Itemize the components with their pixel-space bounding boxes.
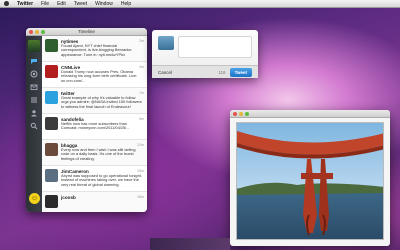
tweet-textarea[interactable] [178, 36, 252, 58]
photo-preview-window [230, 110, 390, 246]
timeline-icon[interactable] [30, 56, 39, 65]
twitter-window: Timeline ☺ nytimes Fouad Ajami, NYT chie [26, 28, 147, 212]
tweet-avatar[interactable] [45, 169, 58, 182]
apple-menu-icon[interactable] [4, 1, 9, 6]
tweet-item[interactable]: jcoosb 18m [42, 192, 147, 212]
menu-bar: Twitter File Edit Tweet Window Help [0, 0, 400, 8]
tweet-avatar[interactable] [45, 117, 58, 130]
tweet-text: Donald Trump now accuses Pres. Obama rel… [61, 69, 138, 83]
photo-titlebar[interactable] [230, 110, 390, 118]
compose-tweet-sheet: Cancel 118 Tweet [152, 30, 258, 78]
tweet-avatar[interactable] [45, 195, 58, 208]
menu-app-name[interactable]: Twitter [17, 1, 33, 7]
tweet-text: Fouad Ajami, NYT chief financial corresp… [61, 43, 132, 57]
menu-window[interactable]: Window [95, 1, 113, 7]
profile-icon[interactable] [30, 108, 39, 117]
character-count: 118 [218, 69, 226, 75]
tweet-time: 12m [137, 143, 144, 147]
cancel-button[interactable]: Cancel [158, 70, 172, 75]
smiley-icon[interactable]: ☺ [29, 193, 40, 204]
zoom-window-button[interactable] [245, 112, 249, 116]
close-window-button[interactable] [233, 112, 237, 116]
minimize-window-button[interactable] [239, 112, 243, 116]
account-avatar[interactable] [28, 40, 40, 52]
tweet-time: 4m [139, 65, 144, 69]
messages-icon[interactable] [30, 82, 39, 91]
tweet-item[interactable]: sandofelia Netflix now has more subscrib… [42, 114, 147, 140]
tweet-text: Abyrst was supposed to go operational to… [61, 173, 142, 187]
tweet-avatar[interactable] [45, 91, 58, 104]
timeline-feed[interactable]: nytimes Fouad Ajami, NYT chief financial… [42, 36, 147, 212]
twitter-sidebar: ☺ [26, 36, 42, 212]
attached-image-thumbnail[interactable] [158, 36, 174, 50]
window-title: Timeline [78, 29, 95, 34]
lists-icon[interactable] [30, 95, 39, 104]
tweet-avatar[interactable] [45, 39, 58, 52]
tweet-avatar[interactable] [45, 65, 58, 78]
tweet-item[interactable]: nytimes Fouad Ajami, NYT chief financial… [42, 36, 147, 62]
close-window-button[interactable] [29, 30, 33, 34]
mentions-icon[interactable] [30, 69, 39, 78]
tweet-button[interactable]: Tweet [229, 67, 252, 77]
tweet-time: 9m [139, 117, 144, 121]
minimize-window-button[interactable] [35, 30, 39, 34]
photo-image [236, 122, 384, 240]
tweet-avatar[interactable] [45, 143, 58, 156]
tweet-text: Great example of why it's valuable to fo… [61, 95, 142, 109]
desktop-background-strip [150, 238, 230, 250]
search-icon[interactable] [30, 121, 39, 130]
tweet-item[interactable]: JimCameron Abyrst was supposed to go ope… [42, 166, 147, 192]
menu-tweet[interactable]: Tweet [74, 1, 87, 7]
tweet-time: 7m [139, 91, 144, 95]
zoom-window-button[interactable] [41, 30, 45, 34]
tweet-time: 18m [137, 195, 144, 199]
tweet-time: 15m [137, 169, 144, 173]
tweet-item[interactable]: twitter Great example of why it's valuab… [42, 88, 147, 114]
menu-file[interactable]: File [41, 1, 49, 7]
tweet-text: Every now and then I wish I was still wr… [61, 147, 136, 161]
tweet-time: 2m [139, 39, 144, 43]
tweet-username[interactable]: jcoosb [61, 195, 144, 200]
menu-edit[interactable]: Edit [57, 1, 66, 7]
tweet-text: Netflix now has more subscribers than Co… [61, 121, 130, 131]
twitter-titlebar[interactable]: Timeline [26, 28, 147, 36]
compose-toolbar: Cancel 118 Tweet [152, 65, 258, 78]
tweet-item[interactable]: CNNLive Donald Trump now accuses Pres. O… [42, 62, 147, 88]
tweet-item[interactable]: bhagga Every now and then I wish I was s… [42, 140, 147, 166]
menu-help[interactable]: Help [121, 1, 131, 7]
